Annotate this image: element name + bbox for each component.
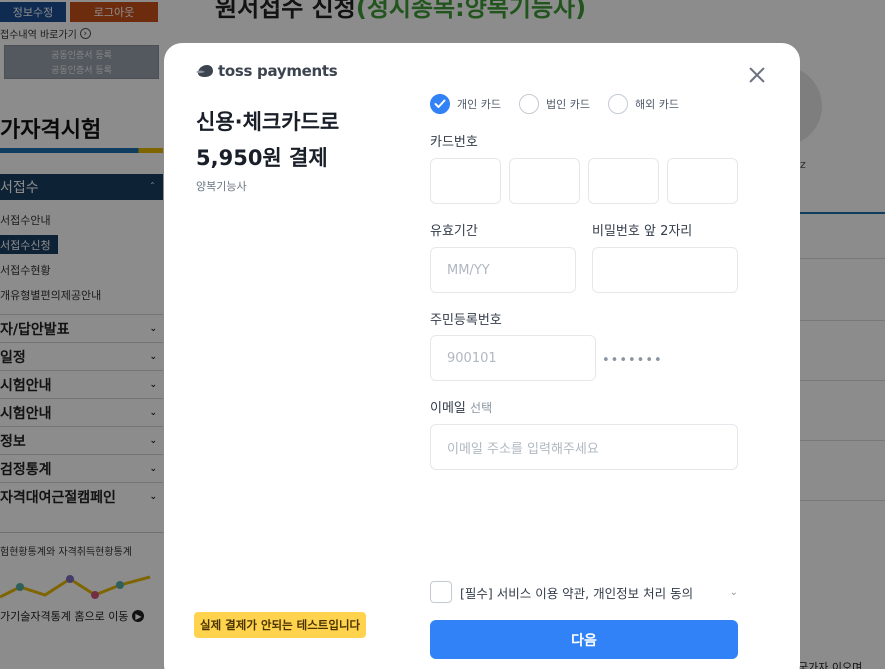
radio-label: 개인 카드 — [457, 98, 501, 111]
expiry-label: 유효기간 — [430, 224, 478, 239]
email-label: 이메일 선택 — [430, 397, 492, 416]
card-number-input-3[interactable] — [588, 158, 659, 204]
radio-label: 해외 카드 — [634, 98, 679, 111]
password-label: 비밀번호 앞 2자리 — [592, 224, 693, 239]
test-mode-badge: 실제 결제가 안되는 테스트입니다 — [194, 612, 367, 638]
merchant-name: 양복기능사 — [196, 180, 247, 193]
terms-text: [필수] 서비스 이용 약관, 개인정보 처리 동의 — [460, 585, 694, 601]
card-type-radio-group: 개인 카드 법인 카드 해외 카드 — [430, 94, 679, 114]
radio-circle-icon — [607, 94, 628, 114]
radio-circle-icon — [518, 94, 539, 114]
email-placeholder: 이메일 주소를 입력해주세요 — [447, 441, 599, 457]
terms-checkbox[interactable] — [430, 581, 452, 603]
check-icon — [430, 94, 450, 114]
toss-payments-logo: toss payments — [196, 62, 338, 80]
card-number-input-1[interactable] — [430, 158, 501, 204]
chevron-down-icon[interactable]: ⌄ — [730, 587, 738, 598]
radio-corporate-card[interactable]: 법인 카드 — [518, 94, 590, 114]
email-input[interactable]: 이메일 주소를 입력해주세요 — [430, 424, 738, 470]
card-number-input-4[interactable] — [667, 158, 738, 204]
radio-personal-card[interactable]: 개인 카드 — [430, 94, 501, 114]
card-password-input[interactable] — [592, 247, 738, 293]
ssn-label: 주민등록번호 — [430, 313, 502, 328]
expiry-input[interactable]: MM/YY — [430, 247, 576, 293]
email-optional-tag: 선택 — [470, 401, 493, 415]
radio-overseas-card[interactable]: 해외 카드 — [607, 94, 679, 114]
payment-method-title: 신용·체크카드로 — [196, 110, 340, 134]
logo-text: toss payments — [218, 62, 338, 80]
ssn-masked-digits: ••••••• — [602, 353, 663, 368]
email-label-text: 이메일 — [430, 401, 466, 416]
payment-amount: 5,950원 결제 — [196, 146, 328, 170]
card-number-input-2[interactable] — [509, 158, 580, 204]
payment-modal: toss payments 신용·체크카드로 5,950원 결제 양복기능사 실… — [164, 43, 800, 669]
card-number-label: 카드번호 — [430, 135, 478, 150]
terms-agreement: [필수] 서비스 이용 약관, 개인정보 처리 동의 ⌄ — [430, 581, 738, 603]
toss-logo-icon — [196, 65, 213, 77]
close-icon[interactable] — [746, 64, 768, 86]
next-button[interactable]: 다음 — [430, 620, 738, 659]
radio-label: 법인 카드 — [545, 98, 590, 111]
ssn-placeholder: 900101 — [447, 350, 497, 366]
ssn-input[interactable]: 900101 — [430, 335, 596, 381]
expiry-placeholder: MM/YY — [447, 262, 490, 278]
